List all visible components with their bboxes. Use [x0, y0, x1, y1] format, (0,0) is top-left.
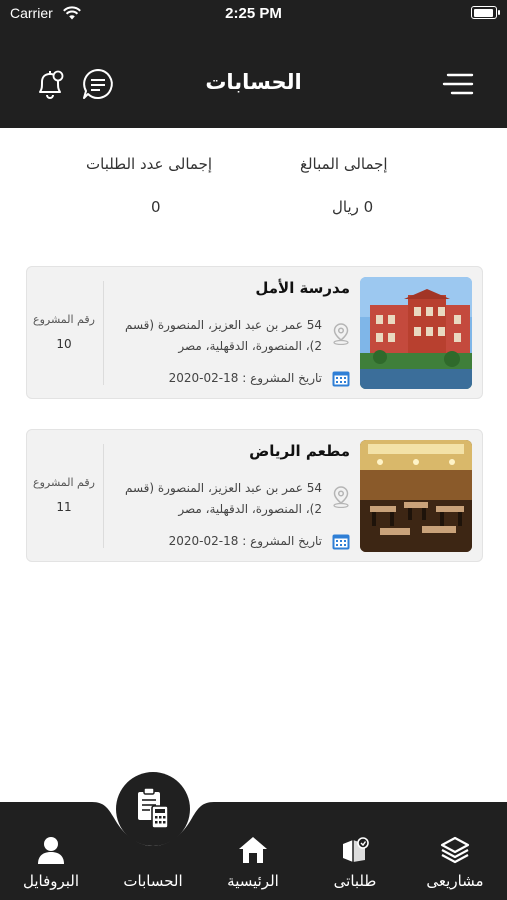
project-date: تاريخ المشروع : 18-02-2020: [168, 371, 322, 385]
project-number-label: رقم المشروع: [33, 313, 95, 326]
tab-my-projects[interactable]: مشاريعى: [410, 834, 500, 890]
tab-label: مشاريعى: [426, 872, 484, 890]
project-number: 10: [56, 337, 72, 351]
project-card[interactable]: مدرسة الأمل 54 عمر بن عبد العزيز، المنصو…: [26, 266, 483, 399]
project-photo: [360, 277, 472, 389]
card-divider: [103, 444, 104, 548]
status-bar: Carrier 2:25 PM: [0, 0, 507, 28]
project-number: 11: [56, 500, 72, 514]
tab-label: الرئيسية: [227, 872, 279, 890]
project-photo: [360, 440, 472, 552]
project-name: مدرسة الأمل: [255, 279, 350, 297]
clock: 2:25 PM: [225, 5, 282, 22]
top-bar: Carrier 2:25 PM الحسابات: [0, 0, 507, 128]
accounts-fab-button[interactable]: [116, 772, 190, 846]
project-address: 54 عمر بن عبد العزيز، المنصورة (قسم 2)، …: [124, 481, 322, 516]
tab-my-orders[interactable]: طلباتى: [310, 834, 400, 890]
calendar-icon: [332, 371, 350, 387]
home-icon: [239, 837, 267, 863]
calculator-icon: [138, 787, 169, 829]
tab-profile[interactable]: البروفايل: [6, 834, 96, 890]
battery-icon: [471, 6, 500, 19]
project-date: تاريخ المشروع : 18-02-2020: [168, 534, 322, 548]
total-requests-value: 0: [151, 198, 161, 216]
card-divider: [103, 281, 104, 385]
tab-home[interactable]: الرئيسية: [208, 834, 298, 890]
project-card[interactable]: مطعم الرياض 54 عمر بن عبد العزيز، المنصو…: [26, 429, 483, 562]
tab-label: طلباتى: [333, 872, 377, 890]
page-title: الحسابات: [205, 70, 302, 94]
total-amount-label: إجمالى المبالغ: [300, 155, 388, 173]
location-pin-icon: [333, 323, 349, 345]
user-icon: [38, 837, 64, 864]
project-address: 54 عمر بن عبد العزيز، المنصورة (قسم 2)، …: [124, 318, 322, 353]
layers-icon: [440, 836, 470, 864]
location-pin-icon: [333, 486, 349, 508]
menu-icon[interactable]: [442, 72, 474, 96]
package-icon: [343, 837, 369, 862]
total-amount-value: 0 ريال: [332, 198, 374, 216]
project-number-label: رقم المشروع: [33, 476, 95, 489]
calendar-icon: [332, 534, 350, 550]
tab-accounts[interactable]: الحسابات: [108, 866, 198, 890]
tab-label: الحسابات: [123, 872, 183, 890]
project-name: مطعم الرياض: [249, 442, 350, 460]
total-requests-label: إجمالى عدد الطلبات: [86, 155, 213, 173]
tab-label: البروفايل: [22, 872, 80, 890]
